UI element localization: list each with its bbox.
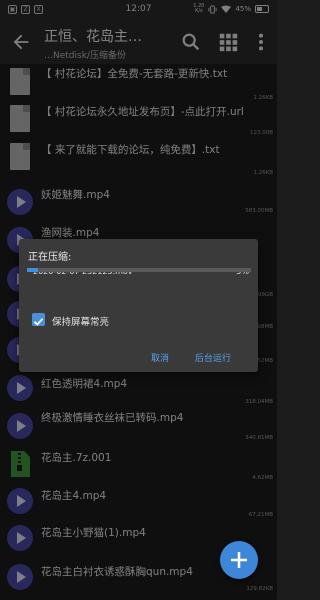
progress-bar-fill [27, 268, 39, 272]
progress-bar [27, 268, 251, 272]
dialog-title: 正在压缩: [28, 252, 72, 263]
add-fab-button[interactable] [220, 541, 258, 579]
compress-progress-dialog: 正在压缩: 2020-02-07 232125.mov 5% 保持屏幕常亮 取消… [19, 239, 258, 372]
keep-screen-on-checkbox[interactable] [32, 313, 45, 326]
keep-screen-on-label[interactable]: 保持屏幕常亮 [52, 314, 109, 328]
checkmark-icon [33, 318, 44, 326]
run-in-background-button[interactable]: 后台运行 [195, 351, 231, 364]
plus-icon [231, 552, 247, 568]
cancel-button[interactable]: 取消 [151, 351, 169, 364]
